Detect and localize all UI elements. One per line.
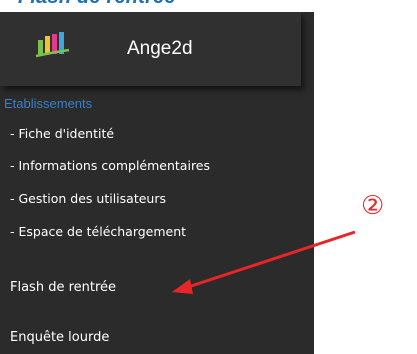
app-header: Ange2d — [0, 12, 301, 86]
nav-item-espace-telechargement[interactable]: - Espace de téléchargement — [10, 224, 186, 239]
nav-item-gestion-utilisateurs[interactable]: - Gestion des utilisateurs — [10, 191, 166, 206]
ange2d-logo-icon — [35, 32, 70, 58]
nav-item-fiche-identite[interactable]: - Fiche d'identité — [10, 126, 114, 141]
step-marker: ② — [361, 191, 385, 221]
sidebar-panel: Ange2d Etablissements - Fiche d'identité… — [0, 12, 314, 354]
nav-item-informations-complementaires[interactable]: - Informations complémentaires — [10, 158, 210, 173]
nav-item-enquete-lourde[interactable]: Enquête lourde — [10, 330, 109, 345]
page-heading: Flash de rentrée — [18, 0, 176, 9]
nav-section-etablissements[interactable]: Etablissements — [4, 96, 92, 111]
app-name: Ange2d — [127, 38, 193, 59]
nav-item-flash-rentree[interactable]: Flash de rentrée — [10, 280, 116, 295]
